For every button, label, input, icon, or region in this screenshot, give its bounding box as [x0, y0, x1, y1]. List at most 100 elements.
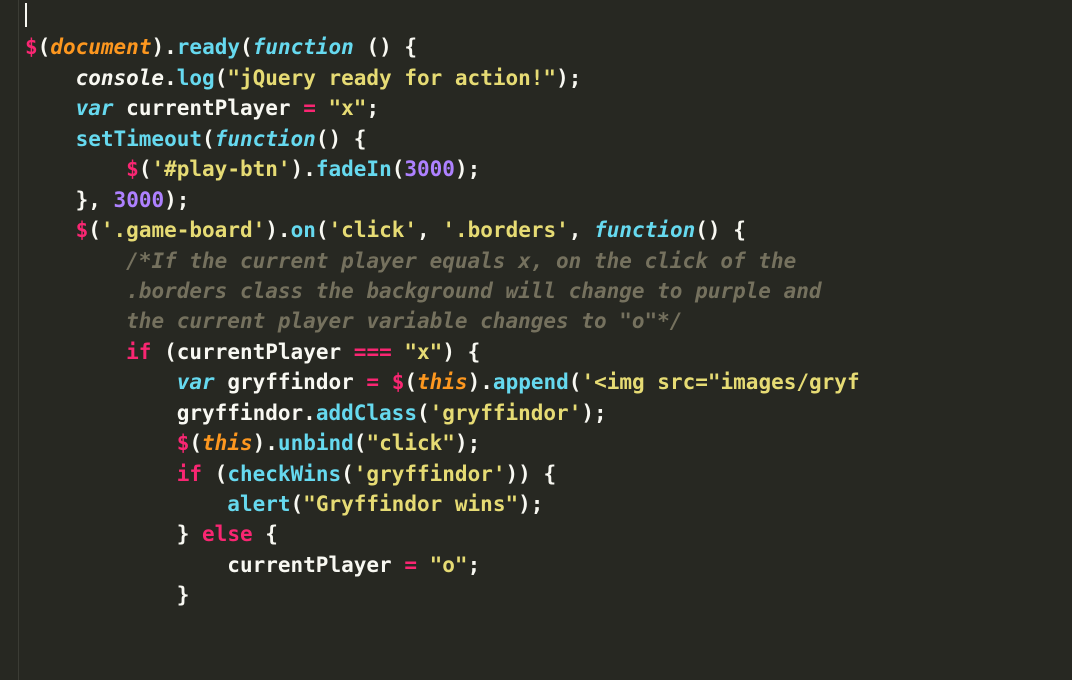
tok: . — [278, 218, 291, 242]
tok: () — [354, 35, 405, 59]
tok: ( — [164, 340, 177, 364]
tok: function — [215, 127, 316, 151]
tok: { — [468, 340, 481, 364]
tok: ( — [354, 431, 367, 455]
tok — [531, 462, 544, 486]
tok — [189, 522, 202, 546]
tok: "o" — [430, 553, 468, 577]
tok: gryffindor — [227, 370, 353, 394]
text-cursor — [25, 3, 27, 27]
tok — [253, 522, 266, 546]
tok: console — [76, 66, 165, 90]
tok: ; — [468, 431, 481, 455]
tok: ( — [392, 157, 405, 181]
tok: var — [177, 370, 215, 394]
tok: document — [50, 35, 151, 59]
tok: else — [202, 522, 253, 546]
tok: "click" — [366, 431, 455, 455]
tok: ( — [404, 370, 417, 394]
tok: } — [177, 583, 190, 607]
tok: ) — [581, 401, 594, 425]
tok: '<img src="images/gryf — [581, 370, 859, 394]
tok: ready — [177, 35, 240, 59]
tok: 3000 — [114, 188, 165, 212]
tok: 'click' — [329, 218, 418, 242]
tok: ( — [316, 218, 329, 242]
tok: ; — [468, 157, 481, 181]
tok: () — [695, 218, 733, 242]
tok: addClass — [316, 401, 417, 425]
tok: . — [303, 157, 316, 181]
tok: if — [126, 340, 151, 364]
tok: ( — [202, 127, 215, 151]
tok: 'gryffindor' — [430, 401, 582, 425]
tok: ) — [151, 35, 164, 59]
tok: = — [366, 370, 379, 394]
tok: ; — [468, 553, 481, 577]
tok: = — [404, 553, 417, 577]
tok: ( — [569, 370, 582, 394]
tok: function — [253, 35, 354, 59]
tok: ) — [468, 370, 481, 394]
tok — [581, 218, 594, 242]
tok: , — [88, 188, 101, 212]
tok: checkWins — [227, 462, 341, 486]
tok: , — [417, 218, 430, 242]
tok — [215, 370, 228, 394]
tok: , — [569, 218, 582, 242]
tok: alert — [227, 492, 290, 516]
tok: this — [417, 370, 468, 394]
tok — [455, 340, 468, 364]
tok: ) — [442, 340, 455, 364]
tok: 'gryffindor' — [354, 462, 506, 486]
tok: { — [404, 35, 417, 59]
tok: . — [164, 66, 177, 90]
tok: currentPlayer — [126, 96, 290, 120]
tok: ) — [265, 218, 278, 242]
tok: === — [354, 340, 392, 364]
tok: { — [733, 218, 746, 242]
tok: ) — [556, 66, 569, 90]
tok — [430, 218, 443, 242]
code-editor[interactable]: $(document).ready(function () { console.… — [0, 0, 1072, 680]
tok: $ — [177, 431, 190, 455]
tok: ) — [455, 431, 468, 455]
tok: ( — [240, 35, 253, 59]
tok: . — [164, 35, 177, 59]
tok: the current player variable changes to "… — [126, 309, 682, 333]
tok: () — [316, 127, 354, 151]
tok: ) — [518, 462, 531, 486]
tok — [417, 553, 430, 577]
tok: ) — [506, 462, 519, 486]
tok: "jQuery ready for action!" — [227, 66, 556, 90]
tok: $ — [76, 218, 89, 242]
tok: ) — [291, 157, 304, 181]
tok — [151, 340, 164, 364]
tok: $ — [25, 35, 38, 59]
tok: ( — [417, 401, 430, 425]
tok: ; — [366, 96, 379, 120]
tok — [379, 370, 392, 394]
code-area[interactable]: $(document).ready(function () { console.… — [19, 0, 866, 680]
tok: ( — [291, 492, 304, 516]
tok: this — [202, 431, 253, 455]
tok: ) — [164, 188, 177, 212]
tok: fadeIn — [316, 157, 392, 181]
tok — [354, 370, 367, 394]
tok: function — [594, 218, 695, 242]
tok: ) — [518, 492, 531, 516]
tok: } — [76, 188, 89, 212]
tok: currentPlayer — [227, 553, 391, 577]
editor-gutter — [0, 0, 19, 680]
tok: { — [265, 522, 278, 546]
tok: currentPlayer — [177, 340, 341, 364]
tok: unbind — [278, 431, 354, 455]
tok: ( — [189, 431, 202, 455]
tok: ; — [594, 401, 607, 425]
tok — [291, 96, 304, 120]
tok — [392, 340, 405, 364]
tok: var — [76, 96, 114, 120]
tok: ( — [215, 462, 228, 486]
tok: 3000 — [404, 157, 455, 181]
tok: . — [480, 370, 493, 394]
